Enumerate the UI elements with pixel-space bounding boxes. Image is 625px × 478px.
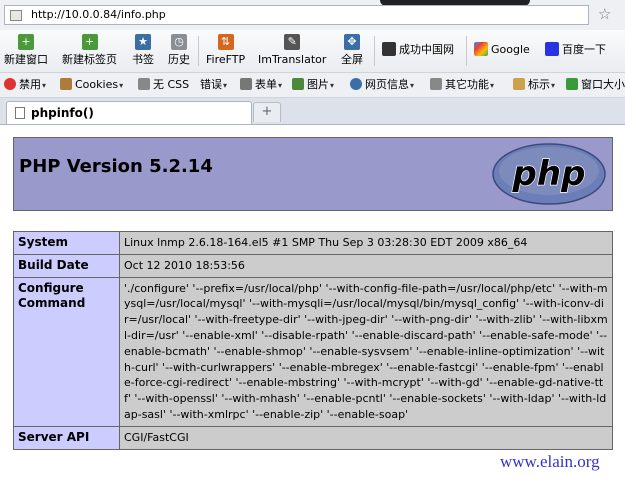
menu-images[interactable]: 图片▾ (292, 77, 334, 94)
css-icon (138, 78, 150, 90)
row-key: Build Date (13, 253, 120, 278)
google-search-button[interactable]: Google (474, 42, 530, 58)
menu-disable[interactable]: 禁用▾ (4, 77, 46, 94)
fullscreen-icon: ✥ (344, 34, 360, 50)
php-logo: php (492, 143, 606, 205)
menu-label: 网页信息 (365, 78, 409, 91)
toolbar-label: 历史 (168, 53, 190, 66)
toolbar-label: ImTranslator (258, 53, 327, 66)
menu-label: 图片 (307, 78, 329, 91)
menu-label: 窗口大小 (581, 78, 625, 91)
menu-resize[interactable]: 窗口大小 (566, 77, 625, 93)
page-icon (15, 107, 25, 119)
toolbar-divider (466, 36, 467, 66)
tab-strip: phpinfo() + (0, 98, 625, 125)
site-icon (382, 42, 396, 56)
menu-label: 标示 (528, 78, 550, 91)
address-row: http://10.0.0.84/info.php ☆ (0, 0, 625, 30)
history-icon: ◷ (171, 34, 187, 50)
toolbar-label: 书签 (132, 53, 154, 66)
tab-phpinfo[interactable]: phpinfo() (6, 101, 252, 124)
info-icon (350, 78, 362, 90)
imtranslator-button[interactable]: ✎ ImTranslator (258, 32, 326, 67)
cookie-icon (60, 78, 72, 90)
watermark: www.elain.org (500, 452, 600, 471)
url-input[interactable]: http://10.0.0.84/info.php (4, 5, 589, 25)
menu-page-info[interactable]: 网页信息▾ (350, 77, 414, 94)
row-value: Linux lnmp 2.6.18-164.el5 #1 SMP Thu Sep… (119, 231, 613, 255)
row-value: './configure' '--prefix=/usr/local/php' … (119, 276, 613, 427)
page-icon (10, 10, 22, 21)
table-row: System Linux lnmp 2.6.18-164.el5 #1 SMP … (13, 231, 613, 255)
table-row: Configure Command './configure' '--prefi… (13, 276, 613, 427)
toolbar-label: 成功中国网 (399, 43, 454, 56)
main-toolbar: + 新建窗口 + 新建标签页 ★ 书签 ◷ 历史 ⇅ FireFTP ✎ ImT… (0, 30, 625, 73)
bookmark-icon: ★ (135, 34, 151, 50)
row-value: Oct 12 2010 18:53:56 (119, 253, 613, 278)
php-header: PHP Version 5.2.14 php (13, 137, 613, 211)
toolbar-label: 新建窗口 (4, 53, 48, 66)
menu-forms[interactable]: 表单▾ (240, 77, 282, 94)
form-icon (240, 78, 252, 90)
toolbar-label: Google (491, 43, 530, 56)
google-icon (474, 42, 488, 56)
table-row: Server API CGI/FastCGI (13, 425, 613, 450)
toolbar-divider (198, 36, 199, 66)
outline-icon (513, 78, 525, 90)
fullscreen-button[interactable]: ✥ 全屏 (341, 32, 363, 67)
menu-misc[interactable]: 其它功能▾ (430, 77, 494, 94)
menu-label: 禁用 (19, 78, 41, 91)
logo-text: php (512, 154, 586, 194)
toolbar-label: FireFTP (206, 53, 246, 66)
menu-label: 错误 (200, 78, 222, 91)
toolbar-label: 新建标签页 (62, 53, 117, 66)
row-key: System (13, 231, 120, 255)
star-icon[interactable]: ☆ (598, 6, 611, 22)
toolbar-label: 全屏 (341, 53, 363, 66)
toolbar-divider (374, 36, 375, 66)
row-value: CGI/FastCGI (119, 425, 613, 450)
resize-icon (566, 78, 578, 90)
bookmarks-button[interactable]: ★ 书签 (132, 32, 154, 67)
menu-css[interactable]: 无 CSS (138, 77, 189, 93)
new-tab-button[interactable]: + (253, 102, 281, 122)
misc-icon (430, 78, 442, 90)
disable-icon (4, 78, 16, 90)
site-button[interactable]: 成功中国网 (382, 42, 454, 58)
row-key: Configure Command (13, 276, 120, 427)
page-title: PHP Version 5.2.14 (19, 156, 213, 177)
history-button[interactable]: ◷ 历史 (168, 32, 190, 67)
new-window-icon: + (18, 34, 34, 50)
row-key: Server API (13, 425, 120, 450)
new-tab-button[interactable]: + 新建标签页 (62, 32, 117, 67)
menu-label: Cookies (75, 78, 119, 91)
menu-label: 无 CSS (153, 78, 190, 91)
url-text: http://10.0.0.84/info.php (31, 8, 166, 21)
new-window-button[interactable]: + 新建窗口 (4, 32, 48, 67)
menu-outline[interactable]: 标示▾ (513, 77, 555, 94)
image-icon (292, 78, 304, 90)
baidu-search-button[interactable]: 百度一下 (545, 42, 606, 58)
menu-cookies[interactable]: Cookies▾ (60, 77, 123, 94)
translator-icon: ✎ (284, 34, 301, 50)
fireftp-button[interactable]: ⇅ FireFTP (206, 32, 245, 67)
toolbar-label: 百度一下 (562, 43, 606, 56)
menu-label: 其它功能 (445, 78, 489, 91)
tab-title: phpinfo() (31, 106, 94, 120)
menu-errors[interactable]: 错误▾ (200, 77, 227, 94)
page-content: PHP Version 5.2.14 php System Linux lnmp… (0, 125, 625, 478)
info-table: System Linux lnmp 2.6.18-164.el5 #1 SMP … (13, 231, 613, 450)
web-developer-bar: 禁用▾ Cookies▾ 无 CSS 错误▾ 表单▾ 图片▾ 网页信息▾ 其它功… (0, 73, 625, 98)
new-tab-icon: + (81, 34, 98, 50)
fireftp-icon: ⇅ (217, 34, 234, 50)
baidu-icon (545, 42, 559, 56)
table-row: Build Date Oct 12 2010 18:53:56 (13, 253, 613, 278)
menu-label: 表单 (255, 78, 277, 91)
